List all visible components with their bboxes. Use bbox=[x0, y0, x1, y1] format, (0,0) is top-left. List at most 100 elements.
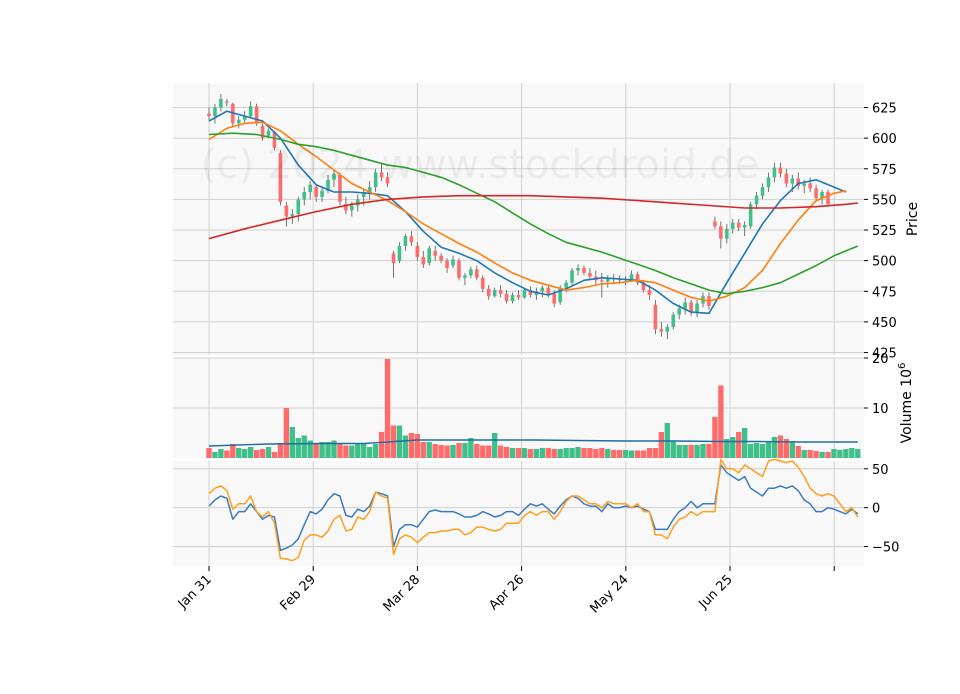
volume-bar bbox=[849, 448, 855, 458]
candle-body bbox=[397, 245, 402, 261]
candle-body bbox=[236, 119, 241, 124]
volume-bar bbox=[771, 437, 778, 458]
candle-body bbox=[814, 188, 818, 199]
price-panel: 425450475500525550575600625 bbox=[173, 83, 897, 362]
volume-bar bbox=[497, 445, 504, 458]
volume-bar bbox=[468, 438, 474, 458]
volume-bar bbox=[265, 447, 272, 458]
candle-body bbox=[481, 277, 485, 289]
volume-bar bbox=[599, 448, 605, 458]
candle-body bbox=[302, 192, 307, 200]
candle-body bbox=[629, 274, 634, 280]
y-tick-label: 20 bbox=[872, 352, 889, 367]
volume-bar bbox=[462, 443, 468, 458]
candle-body bbox=[409, 236, 414, 243]
candle-body bbox=[457, 260, 461, 278]
y-tick-label: 550 bbox=[872, 193, 897, 208]
volume-bar bbox=[557, 449, 563, 458]
volume-bar bbox=[551, 449, 557, 458]
candle-body bbox=[219, 98, 223, 108]
volume-bar bbox=[855, 449, 861, 458]
candle-body bbox=[350, 205, 354, 211]
volume-bar bbox=[271, 452, 278, 458]
candle-body bbox=[254, 106, 259, 124]
candle-body bbox=[552, 293, 556, 304]
y-tick-label: 625 bbox=[872, 102, 897, 117]
candle-body bbox=[445, 260, 449, 269]
volume-bar bbox=[670, 441, 676, 458]
volume-bar bbox=[438, 445, 444, 458]
candle-body bbox=[433, 250, 437, 256]
volume-bar bbox=[414, 434, 420, 458]
volume-bar bbox=[426, 442, 432, 458]
volume-bar bbox=[628, 450, 635, 458]
candle-body bbox=[582, 268, 586, 273]
candle-body bbox=[588, 272, 592, 277]
candle-body bbox=[683, 302, 687, 309]
price-panel-background bbox=[173, 83, 864, 355]
volume-bar bbox=[539, 448, 545, 458]
volume-bar bbox=[492, 433, 498, 458]
y-tick-label: 525 bbox=[872, 224, 897, 239]
y-tick-label: 50 bbox=[872, 463, 889, 478]
x-tick-label: May 24 bbox=[587, 572, 631, 616]
volume-bar bbox=[349, 445, 355, 458]
volume-bar bbox=[581, 448, 587, 458]
volume-bar bbox=[837, 450, 843, 458]
x-tick-label: Apr 26 bbox=[486, 572, 527, 613]
candle-body bbox=[790, 178, 795, 184]
volume-bar bbox=[706, 444, 712, 458]
candle-body bbox=[677, 308, 681, 315]
candle-body bbox=[808, 183, 812, 189]
candle-body bbox=[492, 290, 497, 297]
y-tick-label: 475 bbox=[872, 285, 897, 300]
volume-bar bbox=[777, 435, 784, 458]
candle-body bbox=[498, 290, 503, 294]
volume-bar bbox=[718, 385, 724, 458]
candle-body bbox=[647, 290, 652, 295]
candle-body bbox=[213, 107, 217, 117]
candle-body bbox=[391, 253, 396, 264]
volume-bar bbox=[295, 438, 301, 458]
volume-bar bbox=[247, 447, 254, 458]
y-tick-label: 450 bbox=[872, 316, 897, 331]
volume-bar bbox=[259, 449, 266, 458]
volume-bar bbox=[355, 444, 361, 458]
stock-chart: 425450475500525550575600625 1020 500−50 … bbox=[173, 83, 921, 616]
candle-body bbox=[540, 287, 545, 292]
candle-body bbox=[695, 303, 699, 313]
candle-body bbox=[248, 106, 253, 117]
volume-bar bbox=[337, 443, 343, 458]
candle-body bbox=[600, 280, 604, 282]
volume-bar bbox=[277, 443, 284, 458]
volume-bar bbox=[622, 450, 629, 458]
volume-bar bbox=[712, 417, 718, 458]
x-tick-label: Jun 25 bbox=[696, 572, 736, 612]
y-tick-label: 575 bbox=[872, 163, 897, 178]
volume-bar bbox=[741, 428, 748, 458]
y-tick-label: 600 bbox=[872, 132, 897, 147]
volume-bar bbox=[289, 427, 296, 458]
volume-bar bbox=[402, 435, 409, 458]
volume-bar bbox=[789, 442, 795, 458]
volume-bar bbox=[480, 445, 486, 458]
volume-bar bbox=[753, 443, 760, 458]
volume-axis-label: Volume 106 bbox=[897, 363, 915, 444]
volume-bar bbox=[813, 451, 819, 458]
y-tick-label: −50 bbox=[872, 541, 899, 556]
volume-label-text: Volume 10 bbox=[899, 369, 915, 443]
volume-bar bbox=[503, 447, 510, 458]
candle-body bbox=[284, 205, 289, 217]
volume-bar bbox=[611, 450, 617, 458]
y-tick-label: 500 bbox=[872, 255, 897, 270]
volume-bar bbox=[372, 444, 379, 458]
volume-bar bbox=[527, 449, 534, 458]
candle-body bbox=[730, 222, 735, 229]
candle-body bbox=[225, 101, 229, 103]
volume-bar bbox=[831, 449, 837, 458]
candle-body bbox=[826, 192, 830, 205]
volume-bar bbox=[521, 448, 528, 458]
volume-bar bbox=[587, 448, 593, 458]
volume-bar bbox=[283, 408, 290, 458]
candle-body bbox=[516, 294, 521, 298]
